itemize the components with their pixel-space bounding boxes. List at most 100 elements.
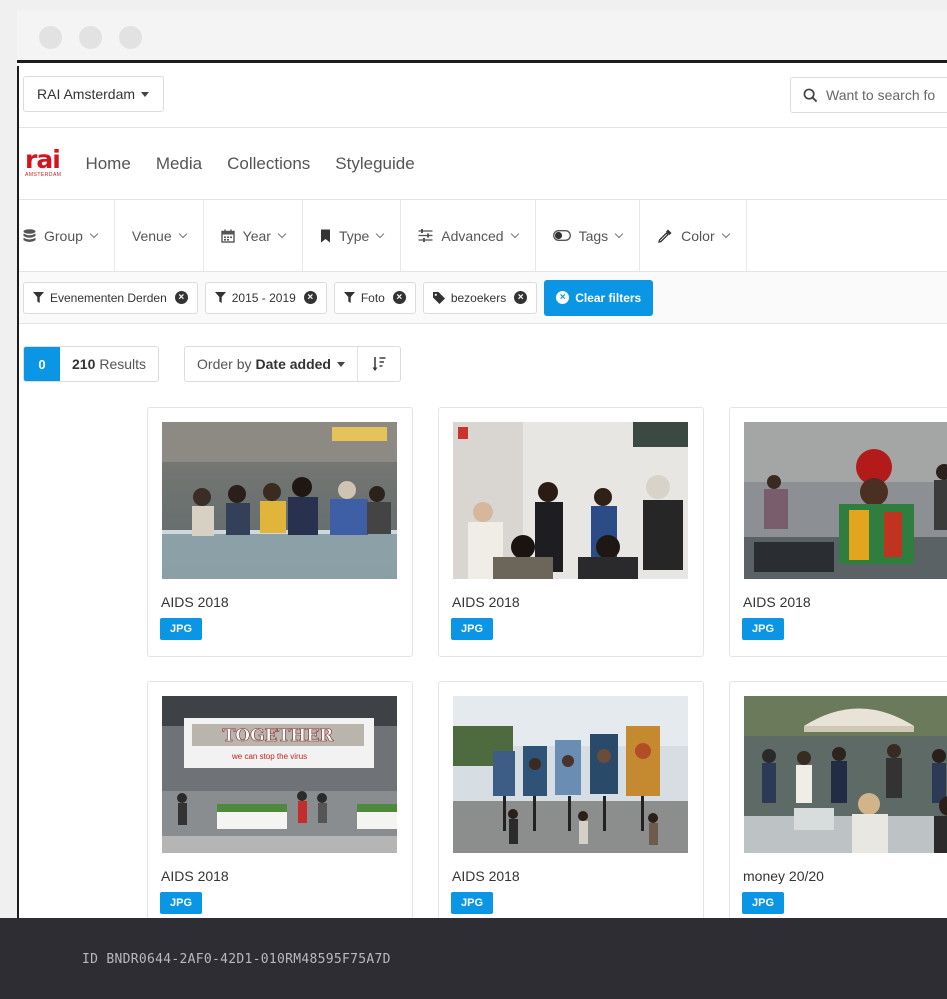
calendar-icon <box>220 229 235 243</box>
filter-type-label: Type <box>338 227 370 244</box>
clear-filters-label: Clear filters <box>575 290 642 305</box>
tag-icon <box>432 291 445 304</box>
chevron-down-icon <box>376 229 385 238</box>
media-card[interactable]: money 20/20 JPG <box>729 681 947 918</box>
media-card[interactable]: AIDS 2018 JPG <box>729 407 947 657</box>
eyedropper-icon <box>657 228 673 244</box>
media-thumbnail[interactable] <box>453 422 688 579</box>
file-type-badge: JPG <box>742 892 785 914</box>
filter-year[interactable]: Year <box>204 200 303 271</box>
filter-tags[interactable]: Tags <box>536 200 641 271</box>
window-minimize-dot[interactable] <box>79 26 102 49</box>
chevron-down-icon <box>614 229 624 238</box>
file-type-badge: JPG <box>742 618 785 640</box>
media-title: AIDS 2018 <box>743 594 811 610</box>
order-by-value: Date added <box>255 356 331 372</box>
filter-group[interactable]: Group <box>19 200 115 271</box>
clear-filters-button[interactable]: × Clear filters <box>544 279 654 316</box>
file-type-badge: JPG <box>451 892 494 914</box>
sort-direction-icon <box>372 357 386 371</box>
order-by-prefix: Order by <box>197 356 252 372</box>
active-filter-tag[interactable]: bezoekers × <box>422 281 538 314</box>
file-type-badge: JPG <box>160 618 203 640</box>
remove-filter-icon[interactable]: × <box>514 291 528 304</box>
chevron-down-icon <box>277 229 287 238</box>
filter-venue-label: Venue <box>131 227 172 244</box>
media-thumbnail[interactable] <box>162 422 397 579</box>
media-thumbnail[interactable] <box>744 696 947 853</box>
filter-type[interactable]: Type <box>303 200 402 271</box>
sliders-icon <box>418 229 433 242</box>
selected-count[interactable]: 0 <box>24 347 60 381</box>
nav-media[interactable]: Media <box>156 154 202 174</box>
logo-word: rai <box>25 145 61 174</box>
window-maximize-dot[interactable] <box>119 26 142 49</box>
active-filter-tag[interactable]: Evenementen Derden × <box>23 281 198 314</box>
caret-down-icon <box>336 361 345 367</box>
remove-filter-icon[interactable]: × <box>174 291 188 304</box>
nav-home[interactable]: Home <box>85 154 130 174</box>
asset-id: ID BNDR0644-2AF0-42D1-010RM48595F75A7D <box>82 952 391 967</box>
filter-year-label: Year <box>242 227 271 244</box>
caret-down-icon <box>141 91 150 97</box>
window-close-dot[interactable] <box>39 26 62 49</box>
active-filters-bar: Evenementen Derden × 2015 - 2019 × Foto … <box>19 272 947 324</box>
venue-select-label: RAI Amsterdam <box>37 86 136 102</box>
filter-color[interactable]: Color <box>640 200 747 271</box>
filter-advanced-label: Advanced <box>441 227 504 244</box>
search-placeholder: Want to search fo <box>826 87 936 103</box>
database-icon <box>23 228 36 243</box>
venue-select[interactable]: RAI Amsterdam <box>23 76 165 112</box>
filter-tags-label: Tags <box>578 227 609 244</box>
active-filter-tag[interactable]: Foto × <box>333 281 416 314</box>
media-thumbnail[interactable] <box>453 696 688 853</box>
top-bar: RAI Amsterdam Want to search fo <box>19 66 947 128</box>
media-title: AIDS 2018 <box>452 594 520 610</box>
order-control: Order by Date added <box>184 346 401 382</box>
results-label: 210 Results <box>60 347 158 381</box>
window-titlebar <box>17 10 947 63</box>
footer: ID BNDR0644-2AF0-42D1-010RM48595F75A7D <box>0 918 947 999</box>
remove-filter-icon[interactable]: × <box>303 291 317 304</box>
results-counter: 0 210 Results <box>23 346 160 382</box>
rai-logo[interactable]: rai AMSTERDAM <box>25 145 62 178</box>
results-toolbar: 0 210 Results Order by Date added <box>19 324 947 404</box>
main-nav: rai AMSTERDAM Home Media Collections Sty… <box>19 128 947 200</box>
media-thumbnail[interactable]: TOGETHER we can stop the virus <box>162 696 397 853</box>
filter-icon <box>214 292 226 303</box>
media-thumbnail[interactable] <box>744 422 947 579</box>
media-title: money 20/20 <box>743 868 824 884</box>
app-content: RAI Amsterdam Want to search fo rai AMST… <box>17 66 947 918</box>
file-type-badge: JPG <box>451 618 494 640</box>
chevron-down-icon <box>178 229 187 238</box>
active-filter-label: bezoekers <box>450 290 507 305</box>
media-card[interactable]: TOGETHER we can stop the virus AIDS 2018… <box>147 681 413 918</box>
filter-bar: Group Venue Year Type Advanced Tags Colo… <box>19 200 947 272</box>
nav-collections[interactable]: Collections <box>227 154 310 174</box>
sort-direction-button[interactable] <box>358 356 400 372</box>
chevron-down-icon <box>510 229 519 238</box>
media-title: AIDS 2018 <box>161 868 229 884</box>
bookmark-icon <box>320 229 331 243</box>
chevron-down-icon <box>721 229 730 238</box>
media-card[interactable]: AIDS 2018 JPG <box>147 407 413 657</box>
filter-color-label: Color <box>681 227 715 244</box>
browser-window: RAI Amsterdam Want to search fo rai AMST… <box>17 10 947 918</box>
search-input[interactable]: Want to search fo <box>790 77 947 113</box>
chevron-down-icon <box>89 229 99 238</box>
toggle-icon <box>552 230 571 241</box>
results-count: 210 <box>72 356 96 372</box>
media-card[interactable]: AIDS 2018 JPG <box>438 407 704 657</box>
media-title: AIDS 2018 <box>161 594 229 610</box>
order-by-select[interactable]: Order by Date added <box>185 347 358 381</box>
close-circle-icon: × <box>556 291 570 304</box>
logo-subtitle: AMSTERDAM <box>25 172 62 178</box>
filter-venue[interactable]: Venue <box>115 200 204 271</box>
active-filter-tag[interactable]: 2015 - 2019 × <box>204 281 327 314</box>
nav-styleguide[interactable]: Styleguide <box>335 154 414 174</box>
media-title: AIDS 2018 <box>452 868 520 884</box>
filter-icon <box>33 292 44 303</box>
media-card[interactable]: AIDS 2018 JPG <box>438 681 704 918</box>
remove-filter-icon[interactable]: × <box>392 291 406 304</box>
filter-advanced[interactable]: Advanced <box>401 200 536 271</box>
